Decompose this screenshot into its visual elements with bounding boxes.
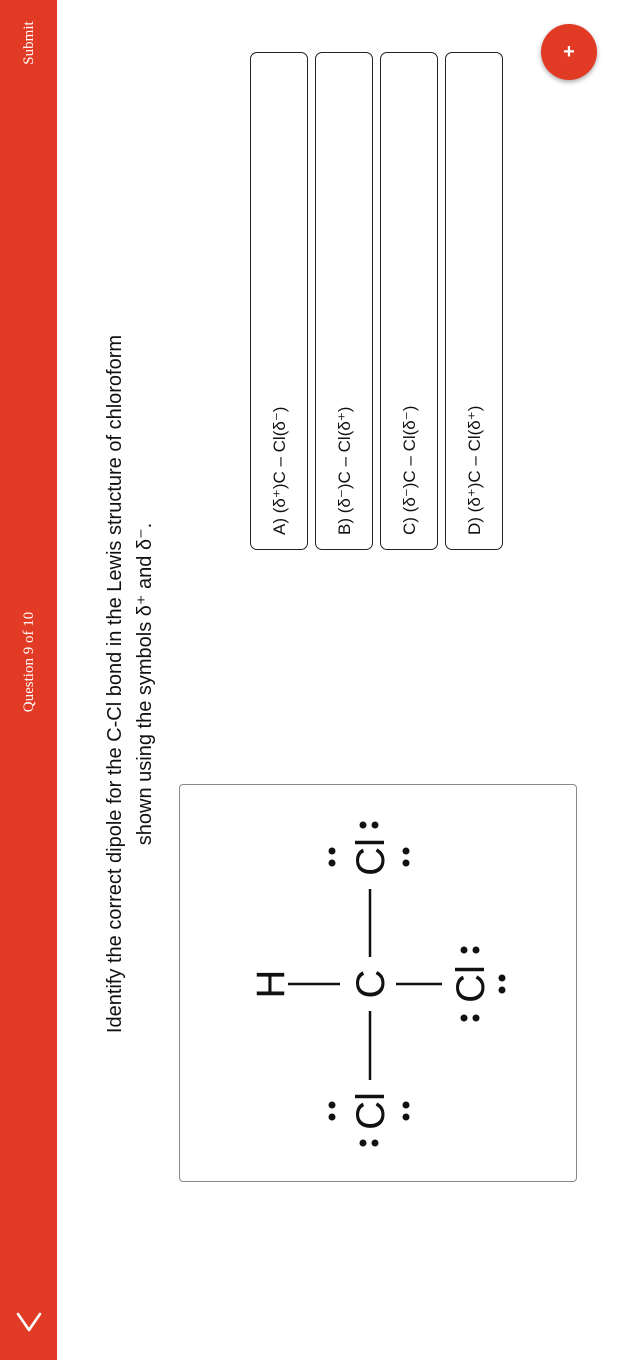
option-label: A) (δ⁺)C – Cl(δ⁻) (270, 406, 289, 535)
atom-cl-right: Cl (349, 838, 393, 876)
atom-cl-left: Cl (349, 1092, 393, 1130)
option-a[interactable]: A) (δ⁺)C – Cl(δ⁻) (250, 52, 308, 550)
question-line-2: shown using the symbols δ⁺ and δ⁻. (134, 522, 156, 846)
question-line-1: Identify the correct dipole for the C-Cl… (104, 334, 126, 1034)
atom-c: C (349, 970, 393, 999)
option-label: B) (δ⁻)C – Cl(δ⁺) (335, 406, 354, 535)
plus-icon: + (563, 40, 575, 63)
option-label: D) (δ⁺)C – Cl(δ⁺) (465, 405, 484, 535)
atom-h: H (249, 970, 293, 999)
top-bar: Submit Question 9 of 10 (0, 0, 57, 1360)
atom-cl-bottom: Cl (449, 965, 493, 1003)
option-c[interactable]: C) (δ⁻)C – Cl(δ⁻) (380, 52, 438, 550)
add-button[interactable]: + (541, 24, 597, 80)
chevron-icon[interactable] (9, 1302, 49, 1342)
lewis-structure: H C Cl Cl Cl (179, 784, 577, 1182)
question-progress: Question 9 of 10 (21, 611, 37, 713)
question-text: Identify the correct dipole for the C-Cl… (100, 284, 160, 1084)
option-d[interactable]: D) (δ⁺)C – Cl(δ⁺) (445, 52, 503, 550)
option-label: C) (δ⁻)C – Cl(δ⁻) (400, 405, 419, 535)
option-b[interactable]: B) (δ⁻)C – Cl(δ⁺) (315, 52, 373, 550)
submit-button[interactable]: Submit (19, 14, 39, 72)
